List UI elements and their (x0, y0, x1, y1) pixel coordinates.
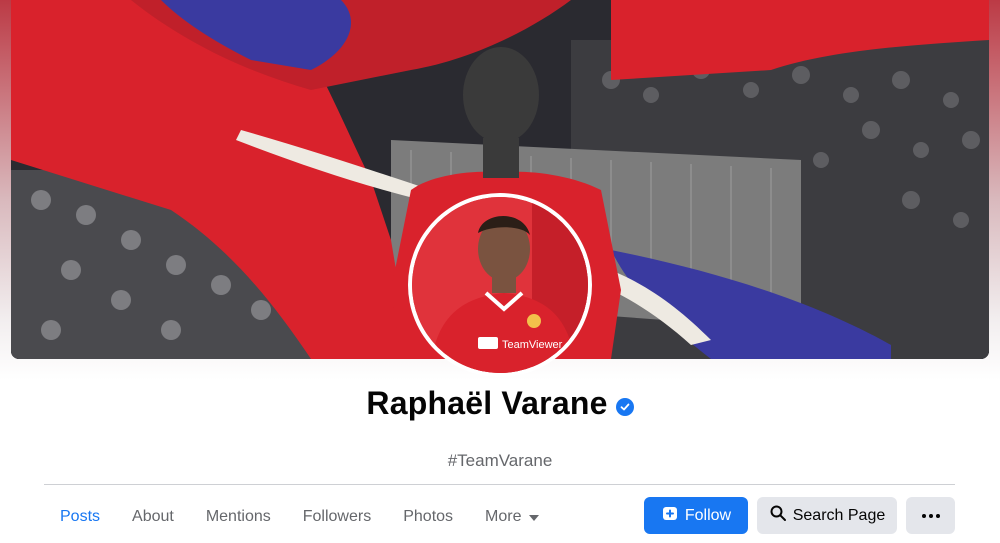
tab-followers[interactable]: Followers (287, 497, 387, 537)
tab-label: Posts (60, 508, 101, 525)
tab-label: About (132, 508, 174, 525)
profile-picture[interactable]: TeamViewer (408, 193, 592, 377)
follow-label: Follow (684, 506, 732, 524)
tab-label: Mentions (205, 508, 271, 525)
tab-label: Followers (302, 508, 372, 525)
follow-icon (661, 504, 679, 527)
verified-badge-icon (615, 397, 634, 416)
search-page-button[interactable]: Search Page (757, 497, 897, 534)
profile-photo: TeamViewer (412, 197, 588, 373)
search-page-label: Search Page (792, 506, 886, 524)
sponsor-text: TeamViewer (502, 339, 563, 351)
search-icon (769, 504, 787, 527)
tab-more[interactable]: More (469, 497, 555, 537)
ellipsis-icon (921, 513, 940, 518)
tab-about[interactable]: About (116, 497, 190, 537)
tab-posts[interactable]: Posts (44, 497, 116, 537)
caret-down-icon (529, 514, 540, 521)
page-title: Raphaël Varane (366, 385, 608, 421)
divider (44, 484, 955, 485)
more-options-button[interactable] (906, 497, 955, 534)
tab-photos[interactable]: Photos (387, 497, 469, 537)
tab-label: Photos (403, 508, 454, 525)
page-title-row: Raphaël Varane (0, 385, 1000, 422)
tab-label: More (485, 508, 522, 525)
tab-mentions[interactable]: Mentions (190, 497, 287, 537)
page-tagline: #TeamVarane (447, 451, 553, 470)
page-tabs: Posts About Mentions Followers Photos Mo… (44, 497, 555, 537)
follow-button[interactable]: Follow (644, 497, 748, 534)
